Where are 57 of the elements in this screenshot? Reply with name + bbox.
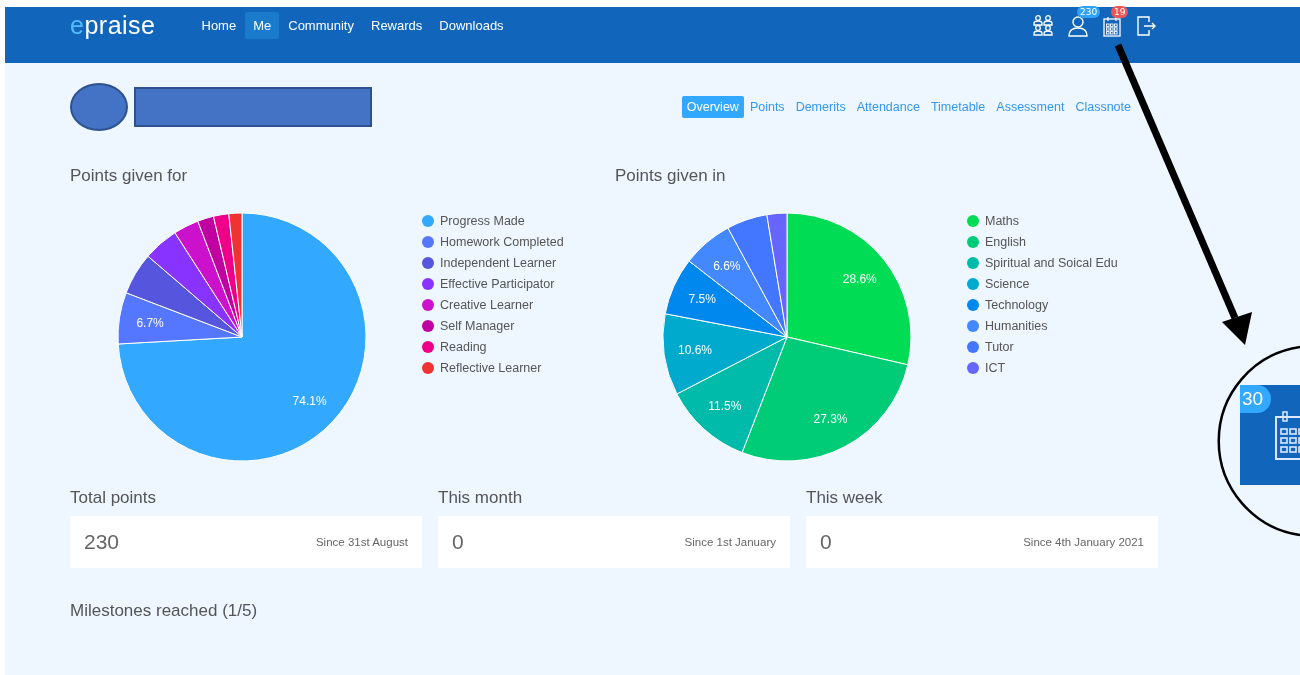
person-icon[interactable]: [1067, 15, 1089, 37]
slice-label: 10.6%: [677, 343, 712, 358]
legend-label: Creative Learner: [440, 297, 534, 312]
profile-tab[interactable]: Timetable: [925, 96, 991, 118]
legend-label: Reading: [440, 339, 487, 354]
stat-since: Since 4th January 2021: [1023, 536, 1144, 548]
calendar-icon[interactable]: [1101, 15, 1123, 37]
legend-label: ICT: [985, 360, 1006, 375]
legend-label: English: [985, 234, 1026, 249]
redaction-circle: [70, 83, 128, 131]
count-badge: 19: [1111, 6, 1129, 18]
logout-icon[interactable]: [1135, 15, 1157, 37]
stat-title: This week: [806, 488, 884, 508]
legend-label: Independent Learner: [440, 255, 557, 270]
legend-label: Progress Made: [440, 213, 525, 228]
slice-label: 28.6%: [842, 272, 877, 287]
nav-item[interactable]: Me: [245, 12, 280, 39]
logo[interactable]: epraise: [70, 11, 156, 40]
nav-item[interactable]: Community: [280, 12, 362, 39]
chart-title: Points given for: [70, 166, 189, 186]
stat-since: Since 1st January: [684, 536, 776, 548]
profile-tab[interactable]: Overview: [681, 96, 744, 118]
legend-label: Tutor: [985, 339, 1014, 354]
chart-title: Points given in: [615, 166, 727, 186]
stat-title: Total points: [70, 488, 157, 508]
profile-tab[interactable]: Demerits: [790, 96, 851, 118]
legend-label: Science: [985, 276, 1030, 291]
legend-label: Spiritual and Soical Edu: [985, 255, 1118, 270]
legend-label: Effective Participator: [440, 276, 555, 291]
milestones-title: Milestones reached (1/5): [70, 601, 259, 621]
legend-label: Homework Completed: [440, 234, 564, 249]
nav-item[interactable]: Home: [193, 12, 245, 39]
slice-label: 74.1%: [292, 393, 327, 408]
profile-tab[interactable]: Classnote: [1070, 96, 1136, 118]
profile-tab[interactable]: Points: [744, 96, 790, 118]
legend-label: Humanities: [985, 318, 1048, 333]
stat-since: Since 31st August: [315, 536, 408, 548]
nav-item[interactable]: Rewards: [363, 12, 431, 39]
slice-label: 6.7%: [136, 315, 164, 330]
legend-label: Maths: [985, 213, 1020, 228]
stat-title: This month: [438, 488, 524, 508]
legend-label: Technology: [985, 297, 1049, 312]
count-badge: 230: [1077, 6, 1101, 18]
nav-item[interactable]: Downloads: [431, 12, 512, 39]
profile-tab[interactable]: Attendance: [851, 96, 925, 118]
stat-value: 0: [452, 530, 464, 554]
slice-label: 11.5%: [708, 399, 742, 414]
stat-value: 0: [820, 530, 832, 554]
stat-value: 230: [84, 530, 120, 554]
slice-label: 27.3%: [813, 412, 848, 427]
count-badge: 30: [1240, 385, 1272, 413]
people-icon[interactable]: [1033, 15, 1055, 37]
legend-label: Self Manager: [440, 318, 515, 333]
legend-label: Reflective Learner: [440, 360, 542, 375]
slice-label: 6.6%: [713, 259, 741, 274]
slice-label: 7.5%: [688, 291, 716, 306]
profile-tab[interactable]: Assessment: [991, 96, 1070, 118]
